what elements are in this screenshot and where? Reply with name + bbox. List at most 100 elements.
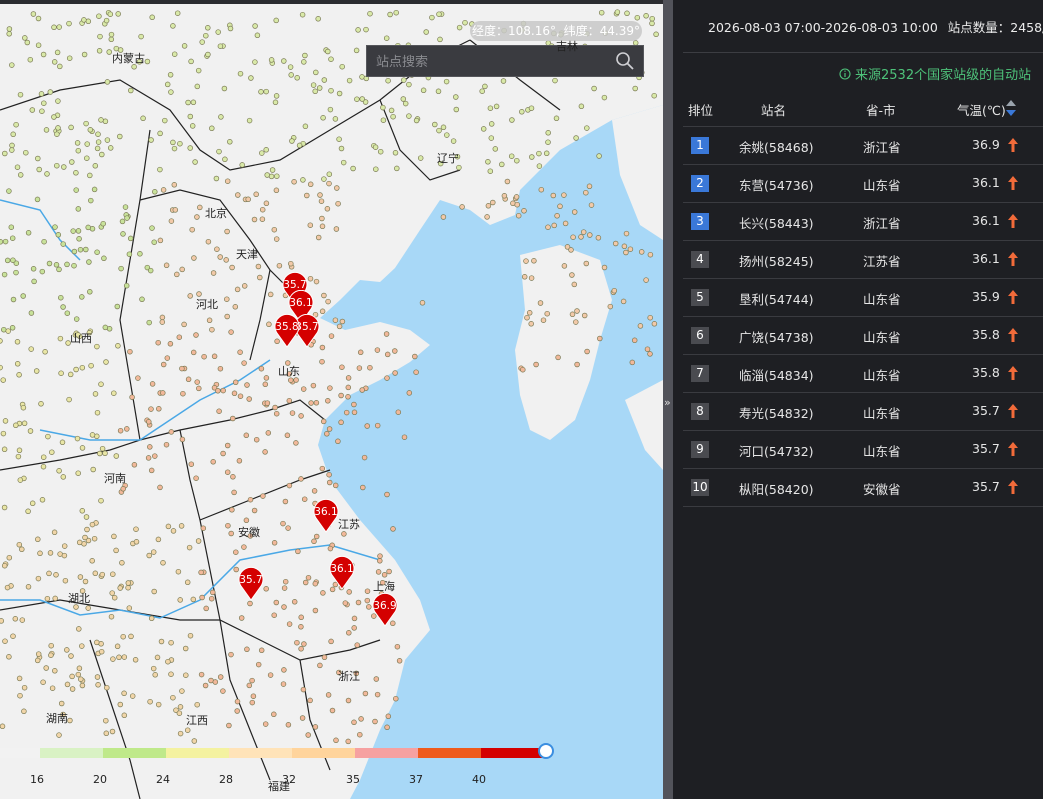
table-row[interactable]: 3 长兴(58443) 浙江省 36.1: [683, 202, 1043, 240]
station-dot: [39, 268, 46, 275]
table-row[interactable]: 5 垦利(54744) 山东省 35.9: [683, 278, 1043, 316]
station-dot: [184, 727, 191, 733]
station-dot: [258, 365, 265, 372]
column-header-temp[interactable]: 气温(℃): [957, 100, 1006, 119]
temperature-legend[interactable]: [0, 743, 554, 759]
station-search[interactable]: [366, 45, 644, 78]
hot-station-marker[interactable]: 36.9: [372, 592, 398, 627]
legend-tick: 32: [282, 773, 296, 786]
station-dot: [198, 569, 204, 576]
station-dot: [584, 125, 590, 131]
hot-station-marker[interactable]: 35.8: [274, 313, 300, 348]
station-dot: [249, 699, 256, 706]
station-dot: [14, 361, 21, 367]
station-dot: [139, 296, 145, 303]
station-dot: [152, 453, 158, 459]
station-dot: [345, 697, 352, 704]
station-dot: [285, 525, 291, 531]
table-row[interactable]: 8 寿光(54832) 山东省 35.7: [683, 392, 1043, 430]
station-dot: [436, 11, 442, 17]
station-temp: 36.1: [972, 175, 1000, 190]
station-dot: [95, 682, 101, 688]
station-dot: [126, 605, 133, 611]
station-dot: [484, 214, 490, 220]
table-row[interactable]: 6 广饶(54738) 山东省 35.8: [683, 316, 1043, 354]
station-dot: [14, 164, 21, 170]
collapse-arrow-icon[interactable]: »: [664, 396, 671, 409]
station-dot: [355, 599, 362, 606]
station-temp: 35.7: [972, 441, 1000, 456]
station-dot: [163, 441, 170, 448]
station-dot: [6, 188, 12, 194]
station-dot: [23, 149, 29, 156]
station-dot: [187, 632, 194, 639]
station-dot: [627, 246, 634, 252]
station-dot: [332, 317, 339, 323]
station-search-input[interactable]: [367, 46, 618, 78]
station-dot: [157, 130, 163, 137]
station-dot: [319, 223, 326, 230]
table-row[interactable]: 2 东营(54736) 山东省 36.1: [683, 164, 1043, 202]
province-label: 天津: [236, 248, 258, 261]
station-dot: [120, 231, 126, 237]
station-dot: [319, 358, 325, 365]
station-dot: [237, 349, 243, 355]
station-dot: [194, 379, 200, 385]
station-dot: [39, 108, 45, 114]
station-dot: [88, 362, 94, 369]
station-dot: [76, 539, 83, 546]
table-row[interactable]: 4 扬州(58245) 江苏省 36.1: [683, 240, 1043, 278]
station-dot: [0, 618, 5, 624]
station-dot: [187, 293, 193, 299]
station-dot: [647, 251, 654, 258]
station-dot: [241, 544, 247, 550]
station-dot: [176, 334, 183, 340]
station-dot: [119, 560, 125, 566]
station-dot: [362, 690, 369, 697]
station-dot: [49, 449, 55, 455]
hot-station-marker[interactable]: 35.7: [238, 566, 264, 601]
table-row[interactable]: 1 余姚(58468) 浙江省 36.9: [683, 126, 1043, 164]
station-dot: [543, 150, 550, 157]
station-dot: [68, 124, 74, 131]
table-row[interactable]: 10 枞阳(58420) 安徽省 35.7: [683, 468, 1043, 507]
search-icon[interactable]: [615, 51, 635, 71]
map-view[interactable]: 经度：108.16°, 纬度：44.39° 内蒙古 北京 天津 河北 辽宁 山西…: [0, 0, 663, 799]
station-dot: [78, 676, 84, 682]
station-dot: [304, 192, 310, 199]
station-dot: [6, 31, 12, 37]
station-dot: [149, 225, 155, 231]
station-dot: [152, 189, 158, 195]
legend-segment: [481, 748, 543, 758]
arrow-up-icon: [1008, 404, 1018, 418]
panel-splitter[interactable]: »: [663, 0, 673, 799]
station-dot: [281, 604, 287, 610]
station-dot: [440, 214, 447, 220]
station-dot: [117, 133, 123, 140]
station-dot: [335, 438, 341, 445]
station-dot: [129, 394, 135, 400]
station-dot: [381, 572, 388, 578]
station-dot: [190, 99, 197, 106]
legend-segment: [40, 748, 103, 758]
divider: [683, 52, 1043, 53]
station-dot: [15, 453, 22, 460]
station-dot: [61, 164, 67, 170]
station-dot: [19, 617, 26, 623]
legend-slider-handle[interactable]: [538, 743, 554, 759]
station-dot: [380, 117, 387, 123]
station-dot: [53, 572, 59, 578]
station-dot: [155, 701, 162, 708]
station-dot: [213, 175, 220, 182]
station-dot: [177, 704, 184, 710]
hot-station-marker[interactable]: 36.1: [329, 555, 355, 590]
station-dot: [177, 730, 184, 737]
table-row[interactable]: 9 河口(54732) 山东省 35.7: [683, 430, 1043, 468]
station-dot: [144, 58, 151, 65]
station-dot: [58, 294, 64, 301]
hot-station-marker[interactable]: 36.1: [313, 498, 339, 533]
station-dot: [13, 269, 19, 276]
sort-icon[interactable]: [1005, 99, 1017, 117]
station-dot: [254, 32, 261, 39]
table-row[interactable]: 7 临淄(54834) 山东省 35.8: [683, 354, 1043, 392]
